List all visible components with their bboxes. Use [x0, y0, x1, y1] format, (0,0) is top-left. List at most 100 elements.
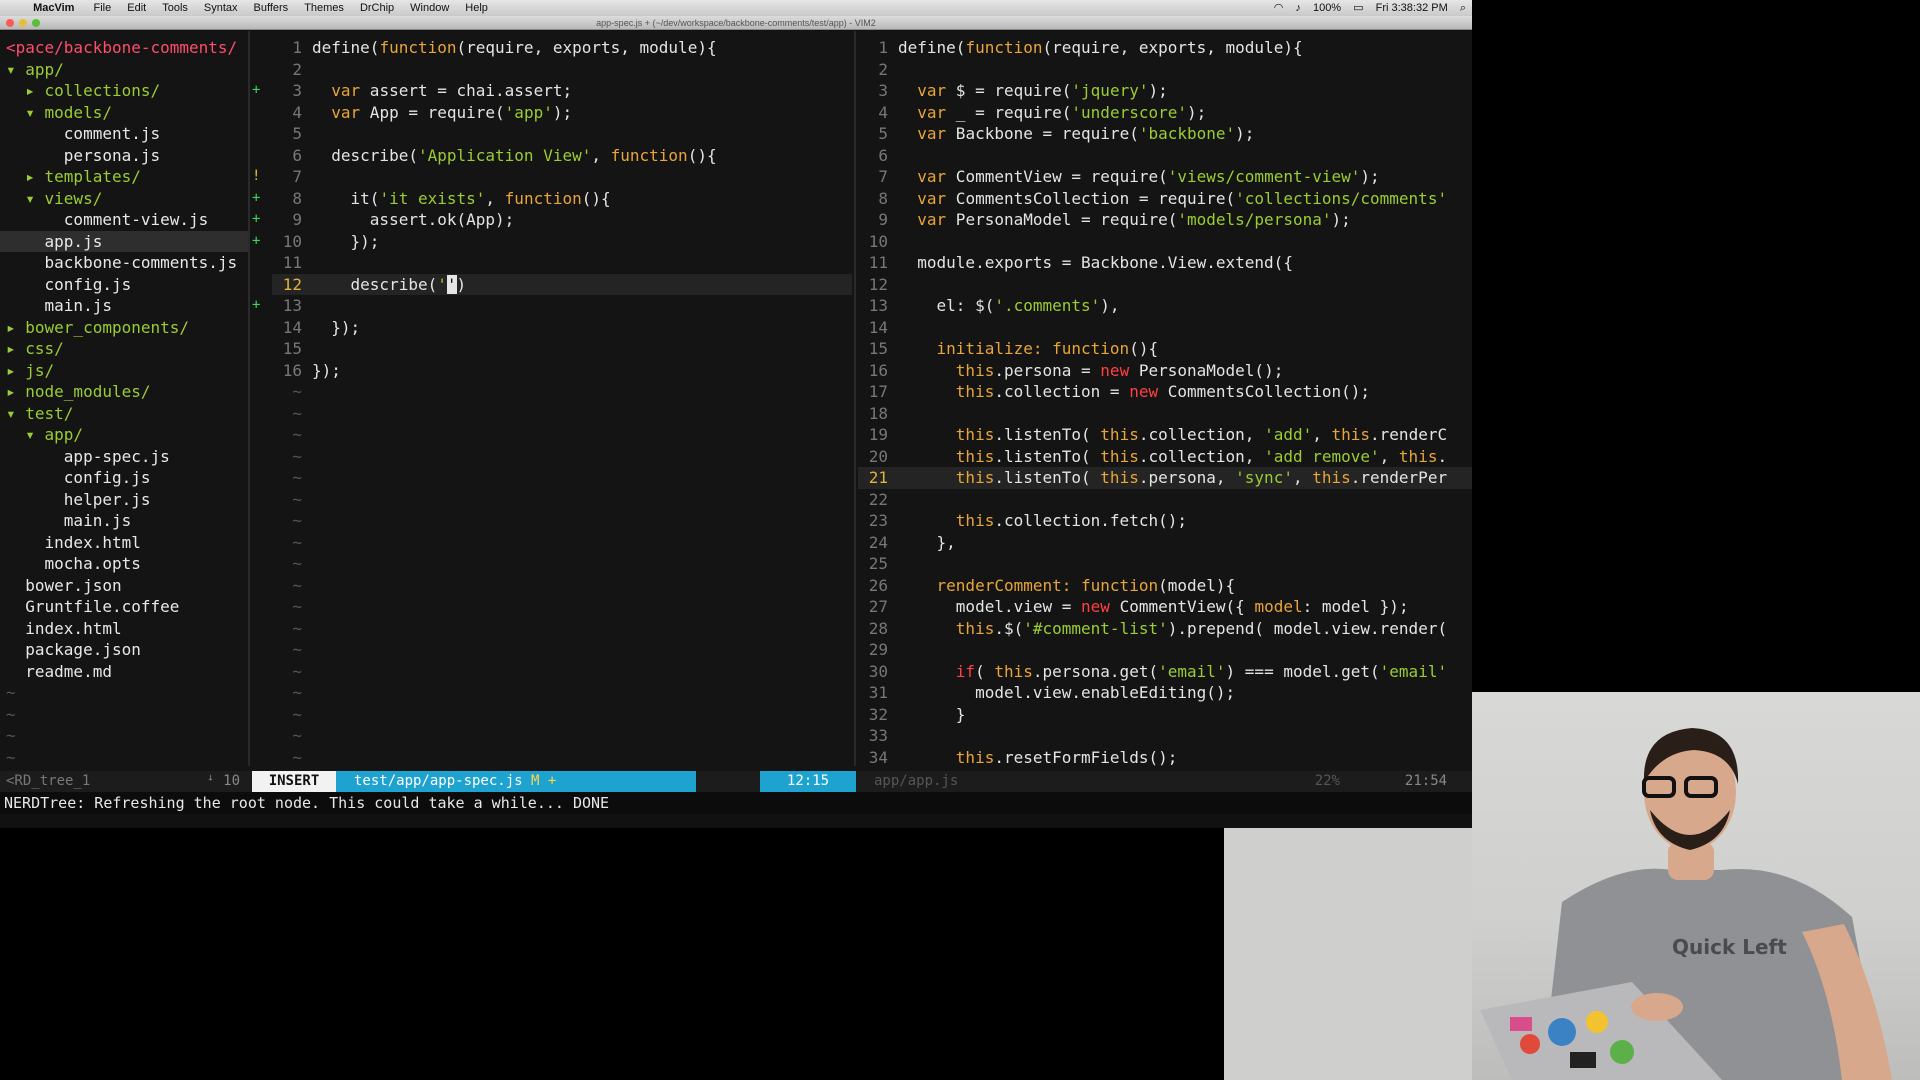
menu-file[interactable]: File — [86, 0, 120, 16]
code-line[interactable]: 34 this.resetFormFields(); — [858, 747, 1472, 769]
tree-file[interactable]: helper.js — [0, 489, 250, 511]
code-line[interactable]: 15 — [272, 338, 852, 360]
nerdtree-pane[interactable]: <pace/backbone-comments/▾ app/ ▸ collect… — [0, 37, 250, 768]
tree-directory[interactable]: ▸ js/ — [0, 360, 250, 382]
tree-file[interactable]: backbone-comments.js — [0, 252, 250, 274]
code-line[interactable]: 7 var CommentView = require('views/comme… — [858, 166, 1472, 188]
code-line[interactable]: 9 assert.ok(App); — [272, 209, 852, 231]
code-line[interactable]: 11 module.exports = Backbone.View.extend… — [858, 252, 1472, 274]
code-line[interactable]: 24 }, — [858, 532, 1472, 554]
code-line[interactable]: 4 var App = require('app'); — [272, 102, 852, 124]
wifi-icon[interactable]: ◠ — [1274, 2, 1284, 14]
menu-themes[interactable]: Themes — [296, 0, 352, 16]
code-line[interactable]: 10 }); — [272, 231, 852, 253]
battery-level[interactable]: 100% — [1313, 2, 1341, 14]
tree-file[interactable]: config.js — [0, 467, 250, 489]
minimize-window-icon[interactable] — [19, 19, 27, 27]
tree-file[interactable]: index.html — [0, 618, 250, 640]
tree-directory[interactable]: ▸ bower_components/ — [0, 317, 250, 339]
code-line[interactable]: 12 describe('') — [272, 273, 852, 295]
code-line[interactable]: 30 if( this.persona.get('email') === mod… — [858, 661, 1472, 683]
code-line[interactable]: 5 var Backbone = require('backbone'); — [858, 123, 1472, 145]
tree-directory[interactable]: ▾ test/ — [0, 403, 250, 425]
vertical-split-divider[interactable] — [854, 31, 856, 766]
code-line[interactable]: 33 — [858, 725, 1472, 747]
tree-file[interactable]: app-spec.js — [0, 446, 250, 468]
tree-file[interactable]: readme.md — [0, 661, 250, 683]
code-line[interactable]: 11 — [272, 252, 852, 274]
menu-buffers[interactable]: Buffers — [246, 0, 297, 16]
menu-app[interactable]: MacVim — [25, 0, 82, 16]
code-line[interactable]: 31 model.view.enableEditing(); — [858, 682, 1472, 704]
tree-directory[interactable]: ▾ views/ — [0, 188, 250, 210]
tree-file[interactable]: app.js — [0, 230, 250, 252]
code-line[interactable]: 15 initialize: function(){ — [858, 338, 1472, 360]
code-line[interactable]: 17 this.collection = new CommentsCollect… — [858, 381, 1472, 403]
tree-directory[interactable]: ▸ collections/ — [0, 80, 250, 102]
code-line[interactable]: 20 this.listenTo( this.collection, 'add … — [858, 446, 1472, 468]
code-line[interactable]: 22 — [858, 489, 1472, 511]
code-line[interactable]: 13 — [272, 295, 852, 317]
code-line[interactable]: 16 this.persona = new PersonaModel(); — [858, 360, 1472, 382]
tree-file[interactable]: Gruntfile.coffee — [0, 596, 250, 618]
tree-file[interactable]: index.html — [0, 532, 250, 554]
menu-tools[interactable]: Tools — [154, 0, 196, 16]
vim-editor[interactable]: <pace/backbone-comments/▾ app/ ▸ collect… — [0, 31, 1472, 771]
tree-file[interactable]: main.js — [0, 295, 250, 317]
vertical-split-divider[interactable] — [248, 31, 250, 766]
code-line[interactable]: 26 renderComment: function(model){ — [858, 575, 1472, 597]
tree-file[interactable]: package.json — [0, 639, 250, 661]
tree-directory[interactable]: ▾ app/ — [0, 59, 250, 81]
battery-icon[interactable]: ▭ — [1353, 2, 1363, 14]
tree-directory[interactable]: ▸ css/ — [0, 338, 250, 360]
code-line[interactable]: 32 } — [858, 704, 1472, 726]
tree-file[interactable]: persona.js — [0, 145, 250, 167]
code-line[interactable]: 10 — [858, 231, 1472, 253]
menu-drchip[interactable]: DrChip — [352, 0, 402, 16]
menu-syntax[interactable]: Syntax — [196, 0, 246, 16]
code-line[interactable]: 8 it('it exists', function(){ — [272, 188, 852, 210]
code-line[interactable]: 12 — [858, 274, 1472, 296]
code-line[interactable]: 5 — [272, 123, 852, 145]
code-line[interactable]: 18 — [858, 403, 1472, 425]
code-line[interactable]: 14 }); — [272, 317, 852, 339]
tree-directory[interactable]: <pace/backbone-comments/ — [0, 37, 250, 59]
code-line[interactable]: 8 var CommentsCollection = require('coll… — [858, 188, 1472, 210]
code-line[interactable]: 2 — [272, 59, 852, 81]
volume-icon[interactable]: ♪ — [1295, 2, 1301, 14]
code-line[interactable]: 19 this.listenTo( this.collection, 'add'… — [858, 424, 1472, 446]
code-line[interactable]: 21 this.listenTo( this.persona, 'sync', … — [858, 467, 1472, 489]
code-line[interactable]: 27 model.view = new CommentView({ model:… — [858, 596, 1472, 618]
tree-file[interactable]: comment-view.js — [0, 209, 250, 231]
code-line[interactable]: 6 — [858, 145, 1472, 167]
zoom-window-icon[interactable] — [32, 19, 40, 27]
tree-file[interactable]: main.js — [0, 510, 250, 532]
code-line[interactable]: 16}); — [272, 360, 852, 382]
code-line[interactable]: 4 var _ = require('underscore'); — [858, 102, 1472, 124]
code-line[interactable]: 6 describe('Application View', function(… — [272, 145, 852, 167]
code-line[interactable]: 29 — [858, 639, 1472, 661]
code-line[interactable]: 3 var assert = chai.assert; — [272, 80, 852, 102]
code-line[interactable]: 2 — [858, 59, 1472, 81]
menu-window[interactable]: Window — [402, 0, 457, 16]
code-line[interactable]: 1 define(function(require, exports, modul… — [272, 37, 852, 59]
left-code-pane[interactable]: 1 define(function(require, exports, modul… — [272, 37, 852, 768]
tree-file[interactable]: config.js — [0, 274, 250, 296]
tree-file[interactable]: bower.json — [0, 575, 250, 597]
menu-help[interactable]: Help — [457, 0, 496, 16]
code-line[interactable]: 9 var PersonaModel = require('models/per… — [858, 209, 1472, 231]
tree-directory[interactable]: ▾ models/ — [0, 102, 250, 124]
tree-directory[interactable]: ▾ app/ — [0, 424, 250, 446]
menu-edit[interactable]: Edit — [119, 0, 154, 16]
code-line[interactable]: 14 — [858, 317, 1472, 339]
right-code-pane[interactable]: 1 define(function(require, exports, modul… — [858, 37, 1472, 768]
code-line[interactable]: 25 — [858, 553, 1472, 575]
command-line[interactable]: NERDTree: Refreshing the root node. This… — [0, 792, 1472, 814]
code-line[interactable]: 3 var $ = require('jquery'); — [858, 80, 1472, 102]
tree-file[interactable]: mocha.opts — [0, 553, 250, 575]
tree-file[interactable]: comment.js — [0, 123, 250, 145]
code-line[interactable]: 28 this.$('#comment-list').prepend( mode… — [858, 618, 1472, 640]
code-line[interactable]: 13 el: $('.comments'), — [858, 295, 1472, 317]
spotlight-icon[interactable]: ⌕ — [1460, 2, 1466, 14]
code-line[interactable]: 23 this.collection.fetch(); — [858, 510, 1472, 532]
